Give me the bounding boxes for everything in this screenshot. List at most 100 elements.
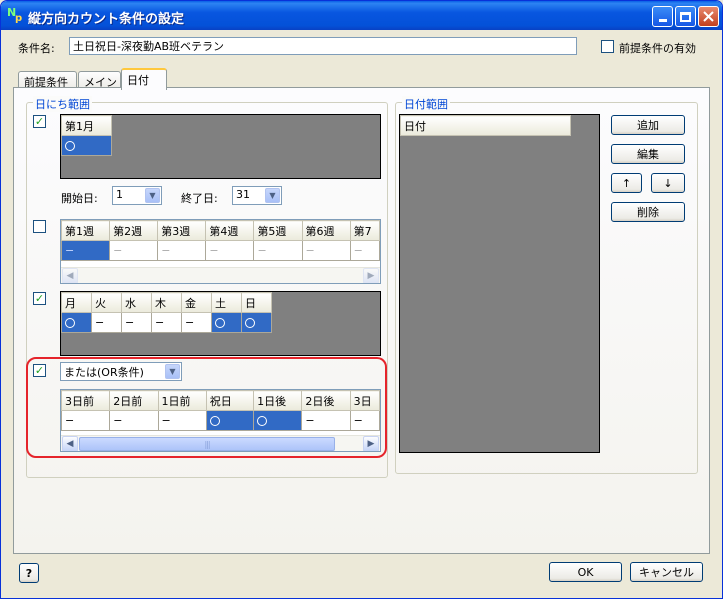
week-header: 第5週 [253,220,303,241]
minimize-icon [658,19,667,22]
holiday-header: 1日後 [253,390,303,411]
holiday-cell[interactable]: − [109,410,159,431]
start-day-select[interactable]: 1 ▼ [112,186,162,205]
holiday-cell[interactable]: − [349,410,380,431]
month-header: 第1月 [61,115,112,136]
week-cell[interactable]: − [349,240,380,261]
holidays-hscrollbar[interactable]: ◀ ||| ▶ [61,435,380,451]
holiday-header: 2日前 [109,390,159,411]
holiday-header: 3日前 [61,390,111,411]
weekday-header: 日 [241,292,272,313]
move-down-button[interactable]: ↓ [651,173,685,193]
weekday-cell[interactable]: − [121,312,152,333]
holiday-cell[interactable]: − [301,410,351,431]
date-column-header[interactable]: 日付 [400,115,571,136]
week-header: 第7 [349,220,380,241]
week-cell[interactable]: − [61,240,111,261]
month-table: 第1月 [61,115,112,156]
dialog-window: N p 縦方向カウント条件の設定 条件名: 前提条件の有効 前提条件 メイン 日… [0,0,723,599]
chevron-down-icon[interactable]: ▼ [165,364,180,379]
chevron-down-icon[interactable]: ▼ [265,188,280,203]
start-day-value: 1 [116,188,123,201]
title-bar[interactable]: N p 縦方向カウント条件の設定 [1,1,722,30]
scroll-thumb[interactable]: ||| [79,437,335,451]
weekday-header: 水 [121,292,152,313]
holiday-header: 1日前 [157,390,207,411]
holiday-cell[interactable] [253,410,303,431]
weekdays-checkbox[interactable]: ✓ [33,292,46,305]
weeks-table: 第1週 第2週 第3週 第4週 第5週 第6週 第7 − − − − − − − [61,220,380,261]
week-header: 第3週 [157,220,207,241]
weekday-cell[interactable]: − [151,312,182,333]
week-cell[interactable]: − [253,240,303,261]
weekday-cell[interactable]: − [181,312,212,333]
minimize-button[interactable] [652,6,673,27]
weekday-cell[interactable] [241,312,272,333]
prereq-enabled-checkbox[interactable] [601,40,614,53]
move-up-button[interactable]: ↑ [611,173,642,193]
circle-mark-icon [215,318,225,328]
date-range-title: 日付範囲 [402,96,450,112]
week-header: 第2週 [109,220,159,241]
holiday-cell[interactable] [205,410,255,431]
weekday-header: 土 [211,292,242,313]
chevron-down-icon[interactable]: ▼ [145,188,160,203]
add-button[interactable]: 追加 [611,115,685,135]
month-cell[interactable] [61,135,112,156]
holiday-mode-select[interactable]: または(OR条件) ▼ [60,362,182,381]
scroll-left-icon[interactable]: ◀ [62,268,78,283]
scroll-left-icon[interactable]: ◀ [62,436,78,451]
cancel-button[interactable]: キャンセル [630,562,703,582]
date-list[interactable]: 日付 [399,114,600,453]
holiday-mode-value: または(OR条件) [64,366,144,379]
condition-name-label: 条件名: [18,42,55,55]
weekday-header: 金 [181,292,212,313]
circle-mark-icon [257,416,268,426]
end-day-value: 31 [236,188,250,201]
weekday-cell[interactable]: − [91,312,122,333]
holiday-cell[interactable]: − [157,410,207,431]
holiday-header: 2日後 [301,390,351,411]
tab-date[interactable]: 日付 [121,68,167,90]
week-cell[interactable]: − [301,240,351,261]
edit-button[interactable]: 編集 [611,144,685,164]
start-day-label: 開始日: [61,192,98,205]
month-checkbox[interactable]: ✓ [33,115,46,128]
holiday-header: 祝日 [205,390,255,411]
weekday-cell[interactable] [61,312,92,333]
prereq-enabled-label: 前提条件の有効 [619,42,696,55]
end-day-select[interactable]: 31 ▼ [232,186,282,205]
week-cell[interactable]: − [157,240,207,261]
holidays-checkbox[interactable]: ✓ [33,364,46,377]
week-header: 第4週 [205,220,255,241]
circle-mark-icon [209,416,220,426]
help-button[interactable]: ? [19,563,39,583]
date-list-table: 日付 [400,115,571,136]
scroll-right-icon[interactable]: ▶ [363,436,379,451]
weeks-checkbox[interactable] [33,220,46,233]
close-icon [703,11,714,22]
holiday-cell[interactable]: − [61,410,111,431]
window-title: 縦方向カウント条件の設定 [28,12,185,27]
week-header: 第6週 [301,220,351,241]
weekday-header: 木 [151,292,182,313]
close-button[interactable] [698,6,719,27]
weekdays-grid: 月 火 水 木 金 土 日 − − − − [60,291,381,356]
week-cell[interactable]: − [109,240,159,261]
condition-name-input[interactable] [69,37,577,55]
week-cell[interactable]: − [205,240,255,261]
end-day-label: 終了日: [181,192,218,205]
month-grid: 第1月 [60,114,381,179]
day-range-title: 日にち範囲 [33,96,92,112]
weeks-grid: 第1週 第2週 第3週 第4週 第5週 第6週 第7 − − − − − − −… [60,219,381,284]
delete-button[interactable]: 削除 [611,202,685,222]
scroll-right-icon[interactable]: ▶ [363,268,379,283]
weeks-hscrollbar[interactable]: ◀ ▶ [61,267,380,283]
weekday-cell[interactable] [211,312,242,333]
app-icon: N p [7,7,23,24]
weekday-header: 月 [61,292,92,313]
maximize-button[interactable] [675,6,696,27]
maximize-icon [680,11,691,22]
week-header: 第1週 [61,220,111,241]
ok-button[interactable]: OK [549,562,622,582]
